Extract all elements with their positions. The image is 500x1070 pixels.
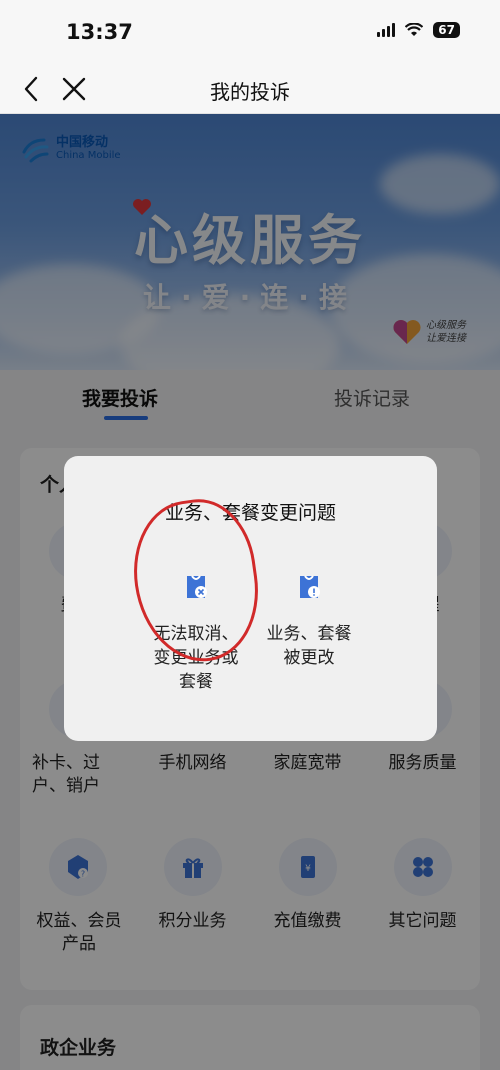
dialog-title: 业务、套餐变更问题 bbox=[164, 502, 336, 524]
battery-indicator: 67 bbox=[433, 22, 460, 38]
page-title: 我的投诉 bbox=[210, 80, 290, 104]
status-time: 13:37 bbox=[66, 20, 133, 44]
changed-warning-icon bbox=[300, 575, 320, 598]
status-icons: 67 bbox=[377, 22, 460, 38]
nav-bar: 我的投诉 bbox=[0, 66, 500, 114]
wifi-icon bbox=[405, 23, 424, 36]
option-label: 业务、套餐 被更改 bbox=[266, 624, 352, 668]
status-bar: 13:37 67 bbox=[0, 0, 500, 66]
signal-icon bbox=[377, 23, 396, 37]
